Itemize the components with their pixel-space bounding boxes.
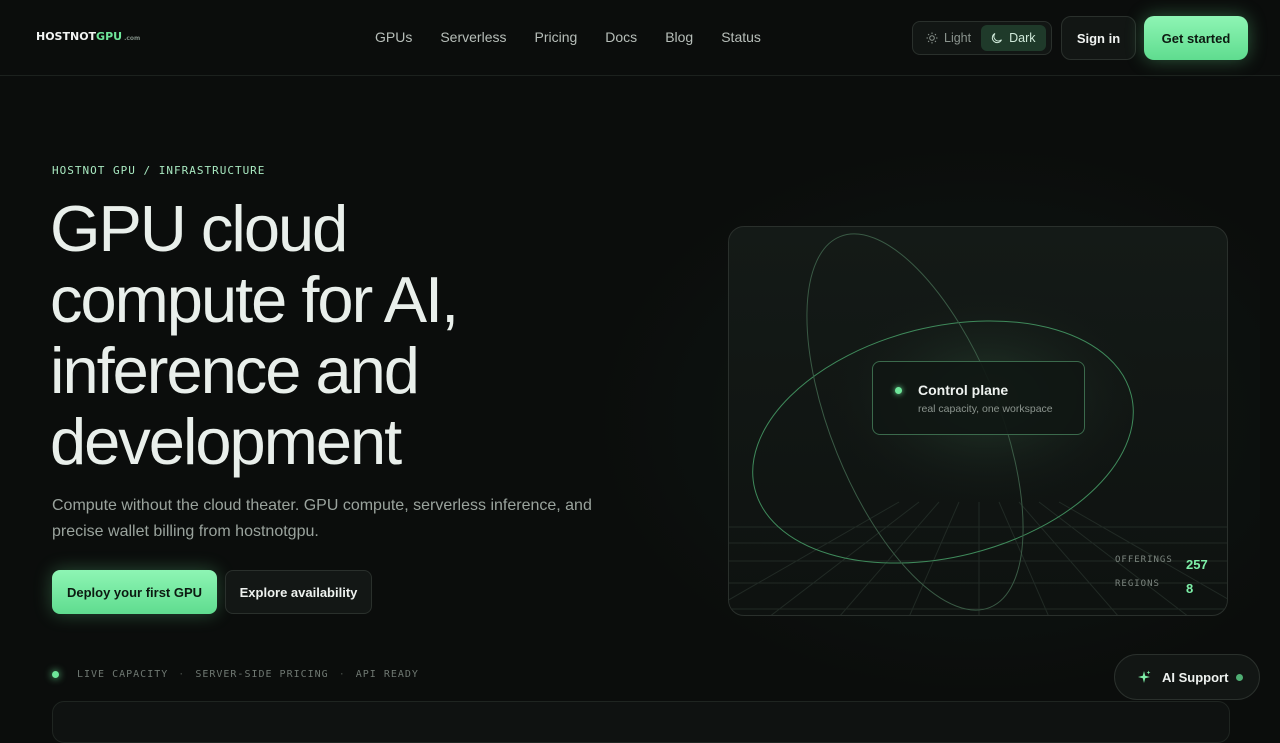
theme-option-light[interactable]: Light (916, 25, 981, 51)
nav-item-docs[interactable]: Docs (605, 29, 637, 45)
nav-item-blog[interactable]: Blog (665, 29, 693, 45)
theme-option-dark[interactable]: Dark (981, 25, 1046, 51)
status-separator: · (338, 669, 346, 680)
status-item-api: API READY (355, 669, 419, 680)
hero-subtitle: Compute without the cloud theater. GPU c… (52, 497, 592, 540)
hero-title-line: inference and (50, 334, 420, 407)
live-indicator-dot (52, 671, 59, 678)
sparkle-icon (1138, 670, 1151, 683)
ai-status-dot (1236, 674, 1243, 681)
hero-title-line: development (50, 405, 402, 478)
brand-logo[interactable]: HOSTNOTGPU .com (36, 30, 140, 46)
control-plane-visual: Control plane real capacity, one workspa… (728, 226, 1228, 616)
explore-availability-button[interactable]: Explore availability (225, 570, 372, 614)
control-plane-card: Control plane real capacity, one workspa… (872, 361, 1085, 435)
hero-title-line: compute for AI, (50, 263, 459, 336)
status-item-pricing: SERVER-SIDE PRICING (195, 669, 329, 680)
theme-toggle: Light Dark (912, 21, 1052, 55)
ai-support-label: AI Support (1162, 670, 1229, 685)
moon-icon (991, 33, 1003, 44)
site-header: HOSTNOTGPU .com GPUs Serverless Pricing D… (0, 0, 1280, 76)
main-nav: GPUs Serverless Pricing Docs Blog Status (375, 29, 761, 45)
theme-light-label: Light (944, 31, 972, 45)
stat-label-offerings: OFFERINGS (1115, 555, 1173, 565)
hero-eyebrow: HOSTNOT GPU / INFRASTRUCTURE (52, 164, 266, 177)
status-dot (895, 387, 902, 394)
nav-item-gpus[interactable]: GPUs (375, 29, 412, 45)
control-plane-title: Control plane (918, 382, 1009, 398)
sign-in-button[interactable]: Sign in (1061, 16, 1136, 60)
status-separator: · (178, 669, 186, 680)
theme-dark-label: Dark (1009, 31, 1036, 45)
nav-item-status[interactable]: Status (721, 29, 761, 45)
ai-support-button[interactable]: AI Support (1114, 654, 1260, 700)
status-strip: LIVE CAPACITY · SERVER-SIDE PRICING · AP… (52, 669, 419, 680)
stat-value-regions: 8 (1186, 581, 1194, 596)
get-started-button[interactable]: Get started (1144, 16, 1248, 60)
status-item-live-capacity: LIVE CAPACITY (77, 669, 169, 680)
sun-icon (926, 32, 938, 44)
control-plane-subtitle: real capacity, one workspace (918, 403, 1053, 415)
stat-label-regions: REGIONS (1115, 579, 1160, 589)
hero-title-line: GPU cloud (50, 192, 348, 265)
stat-value-offerings: 257 (1186, 557, 1208, 572)
deploy-gpu-button[interactable]: Deploy your first GPU (52, 570, 217, 614)
nav-item-pricing[interactable]: Pricing (534, 29, 577, 45)
hero-title: GPU cloud compute for AI, inference and … (50, 193, 670, 477)
bottom-card (52, 701, 1230, 743)
nav-item-serverless[interactable]: Serverless (440, 29, 506, 45)
